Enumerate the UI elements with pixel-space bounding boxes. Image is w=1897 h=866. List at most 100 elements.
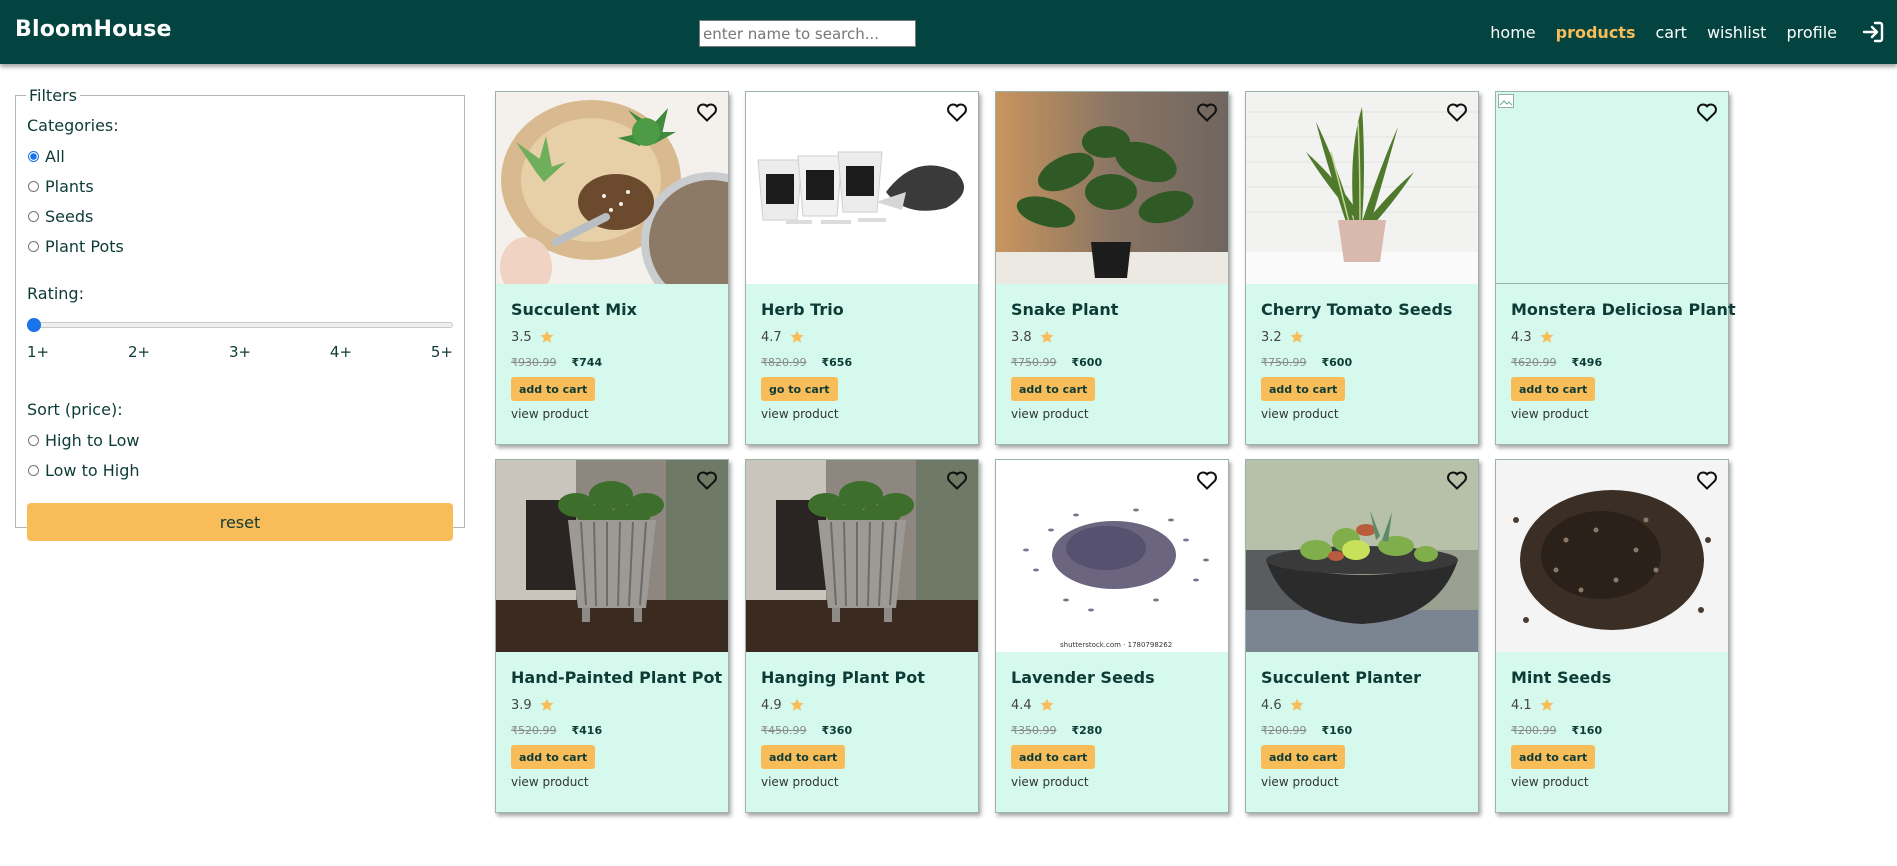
- rating-slider[interactable]: [27, 315, 453, 335]
- original-price: ₹350.99: [1011, 723, 1057, 737]
- category-plant-pots-radio[interactable]: [28, 240, 39, 252]
- product-image-silver-pot[interactable]: [496, 460, 728, 652]
- rating-slider-thumb[interactable]: [27, 318, 41, 332]
- view-product-link[interactable]: view product: [1511, 407, 1713, 421]
- category-all-option[interactable]: All: [27, 141, 453, 171]
- product-card: Mint Seeds 4.1 ₹200.99 ₹160 add to cart …: [1495, 459, 1729, 813]
- wishlist-heart-icon[interactable]: [1194, 468, 1220, 492]
- view-product-link[interactable]: view product: [1011, 407, 1213, 421]
- category-seeds-radio[interactable]: [28, 210, 39, 222]
- star-icon: [790, 698, 804, 711]
- wishlist-heart-icon[interactable]: [694, 468, 720, 492]
- search-input[interactable]: [699, 20, 916, 47]
- category-all-label: All: [45, 146, 65, 166]
- wishlist-heart-icon[interactable]: [944, 468, 970, 492]
- star-icon: [1290, 330, 1304, 343]
- rating-slider-track[interactable]: [27, 322, 453, 328]
- category-plants-radio[interactable]: [28, 180, 39, 192]
- product-image-pots-kit[interactable]: [746, 92, 978, 284]
- category-plants-option[interactable]: Plants: [27, 171, 453, 201]
- discounted-price: ₹160: [1571, 723, 1603, 737]
- product-image-snake-plant[interactable]: [1246, 92, 1478, 284]
- nav-cart[interactable]: cart: [1655, 23, 1686, 42]
- wishlist-heart-icon[interactable]: [694, 100, 720, 124]
- rating-heading: Rating:: [27, 284, 84, 303]
- product-image-succulents[interactable]: [496, 92, 728, 284]
- category-plant-pots-option[interactable]: Plant Pots: [27, 231, 453, 261]
- product-image-leafy-plant[interactable]: [996, 92, 1228, 284]
- product-card: Snake Plant 3.8 ₹750.99 ₹600 add to cart…: [995, 91, 1229, 445]
- view-product-link[interactable]: view product: [511, 407, 713, 421]
- product-name: Mint Seeds: [1511, 668, 1612, 687]
- product-card: Hand-Painted Plant Pot 3.9 ₹520.99 ₹416 …: [495, 459, 729, 813]
- price-row: ₹930.99 ₹744: [511, 352, 713, 372]
- add-to-cart-button[interactable]: add to cart: [1511, 377, 1596, 401]
- discounted-price: ₹600: [1321, 355, 1353, 369]
- product-rating: 4.1: [1511, 695, 1713, 715]
- wishlist-heart-icon[interactable]: [1444, 100, 1470, 124]
- brand-logo[interactable]: BloomHouse: [15, 17, 172, 42]
- product-image-planter-bowl[interactable]: [1246, 460, 1478, 652]
- add-to-cart-button[interactable]: add to cart: [511, 377, 596, 401]
- view-product-link[interactable]: view product: [761, 407, 963, 421]
- nav-products[interactable]: products: [1556, 23, 1636, 42]
- wishlist-heart-icon[interactable]: [1694, 468, 1720, 492]
- product-card: Monstera Deliciosa Plant 4.3 ₹620.99 ₹49…: [1495, 91, 1736, 445]
- sort-low-to-high-radio[interactable]: [28, 464, 39, 476]
- nav-home[interactable]: home: [1490, 23, 1535, 42]
- view-product-link[interactable]: view product: [1261, 407, 1463, 421]
- price-row: ₹750.99 ₹600: [1011, 352, 1213, 372]
- add-to-cart-button[interactable]: add to cart: [511, 745, 596, 769]
- sort-low-to-high-option[interactable]: Low to High: [27, 455, 453, 485]
- rating-value: 4.7: [761, 329, 782, 345]
- product-image-silver-pot[interactable]: [746, 460, 978, 652]
- product-name: Monstera Deliciosa Plant: [1511, 300, 1736, 319]
- sort-high-to-low-option[interactable]: High to Low: [27, 425, 453, 455]
- nav-links: home products cart wishlist profile: [1490, 0, 1897, 64]
- rating-tick-4: 4+: [329, 343, 353, 361]
- sort-high-to-low-radio[interactable]: [28, 434, 39, 446]
- category-all-radio[interactable]: [28, 150, 39, 162]
- price-row: ₹520.99 ₹416: [511, 720, 713, 740]
- wishlist-heart-icon[interactable]: [1194, 100, 1220, 124]
- product-name: Cherry Tomato Seeds: [1261, 300, 1453, 319]
- go-to-cart-button[interactable]: go to cart: [761, 377, 838, 401]
- add-to-cart-button[interactable]: add to cart: [1511, 745, 1596, 769]
- product-card: Herb Trio 4.7 ₹820.99 ₹656 go to cart vi…: [745, 91, 979, 445]
- rating-value: 3.8: [1011, 329, 1032, 345]
- star-icon: [540, 698, 554, 711]
- product-image-dark-seeds[interactable]: [1496, 460, 1728, 652]
- product-rating: 3.9: [511, 695, 713, 715]
- product-rating: 3.5: [511, 327, 713, 347]
- add-to-cart-button[interactable]: add to cart: [761, 745, 846, 769]
- product-rating: 4.7: [761, 327, 963, 347]
- nav-profile[interactable]: profile: [1786, 23, 1837, 42]
- discounted-price: ₹160: [1321, 723, 1353, 737]
- nav-wishlist[interactable]: wishlist: [1707, 23, 1767, 42]
- view-product-link[interactable]: view product: [1261, 775, 1463, 789]
- original-price: ₹620.99: [1511, 355, 1557, 369]
- rating-value: 4.9: [761, 697, 782, 713]
- product-rating: 4.9: [761, 695, 963, 715]
- rating-ticks: 1+ 2+ 3+ 4+ 5+: [27, 343, 453, 361]
- wishlist-heart-icon[interactable]: [944, 100, 970, 124]
- wishlist-heart-icon[interactable]: [1694, 100, 1720, 124]
- star-icon: [1540, 698, 1554, 711]
- wishlist-heart-icon[interactable]: [1444, 468, 1470, 492]
- product-image-lavender-seeds[interactable]: shutterstock.com · 1780798262: [996, 460, 1228, 652]
- product-image-broken[interactable]: [1496, 92, 1728, 284]
- view-product-link[interactable]: view product: [1011, 775, 1213, 789]
- product-name: Herb Trio: [761, 300, 844, 319]
- product-card: shutterstock.com · 1780798262 Lavender S…: [995, 459, 1229, 813]
- view-product-link[interactable]: view product: [761, 775, 963, 789]
- add-to-cart-button[interactable]: add to cart: [1261, 745, 1346, 769]
- login-icon[interactable]: [1861, 20, 1885, 44]
- category-seeds-option[interactable]: Seeds: [27, 201, 453, 231]
- discounted-price: ₹656: [821, 355, 853, 369]
- reset-button[interactable]: reset: [27, 503, 453, 541]
- add-to-cart-button[interactable]: add to cart: [1011, 745, 1096, 769]
- view-product-link[interactable]: view product: [511, 775, 713, 789]
- view-product-link[interactable]: view product: [1511, 775, 1713, 789]
- add-to-cart-button[interactable]: add to cart: [1011, 377, 1096, 401]
- add-to-cart-button[interactable]: add to cart: [1261, 377, 1346, 401]
